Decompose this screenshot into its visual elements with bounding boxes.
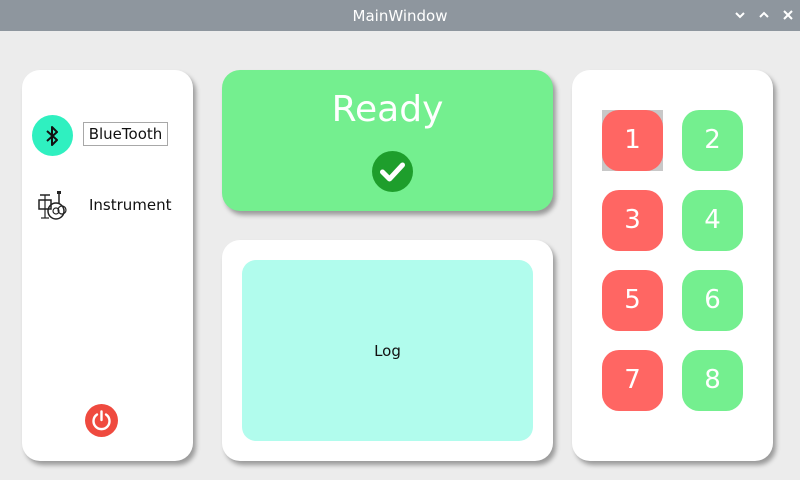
chevron-up-icon: [759, 11, 769, 18]
close-icon: [783, 10, 793, 20]
pad-button-1[interactable]: 1: [602, 110, 663, 171]
window-title: MainWindow: [352, 7, 448, 25]
close-button[interactable]: [779, 6, 797, 24]
pad-button-8[interactable]: 8: [682, 350, 743, 411]
bluetooth-button[interactable]: [32, 115, 73, 156]
pad-button-4[interactable]: 4: [682, 190, 743, 251]
minimize-button[interactable]: [731, 6, 749, 24]
instrument-label[interactable]: Instrument: [89, 196, 172, 214]
maximize-button[interactable]: [755, 6, 773, 24]
status-text: Ready: [331, 89, 444, 130]
pad-button-3[interactable]: 3: [602, 190, 663, 251]
bluetooth-label[interactable]: BlueTooth: [83, 122, 168, 146]
drum-kit-icon[interactable]: [36, 190, 68, 222]
pad-button-5[interactable]: 5: [602, 270, 663, 331]
bluetooth-icon: [46, 126, 58, 146]
power-icon: [92, 410, 111, 431]
chevron-down-icon: [735, 12, 745, 19]
check-circle-icon: [372, 151, 413, 192]
pad-button-6[interactable]: 6: [682, 270, 743, 331]
pad-button-7[interactable]: 7: [602, 350, 663, 411]
power-button[interactable]: [85, 404, 118, 437]
pad-button-2[interactable]: 2: [682, 110, 743, 171]
title-bar: MainWindow: [0, 0, 800, 31]
log-label: Log: [374, 342, 401, 360]
